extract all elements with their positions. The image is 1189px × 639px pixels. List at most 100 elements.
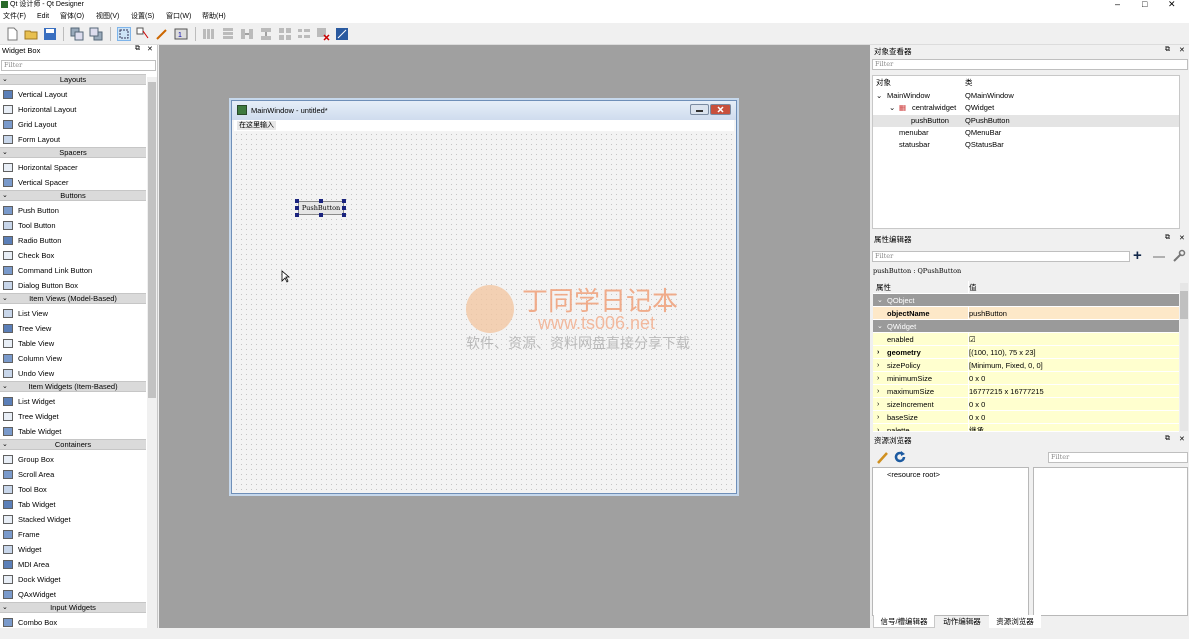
menu-form[interactable]: 窗体(O) [60, 12, 84, 21]
menu-window[interactable]: 窗口(W) [166, 12, 191, 21]
resource-filter-input[interactable]: Filter [1048, 452, 1188, 463]
edit-buddies-icon[interactable] [155, 27, 169, 41]
widget-item[interactable]: Group Box [0, 452, 146, 467]
property-filter-input[interactable]: Filter [872, 251, 1130, 262]
open-folder-icon[interactable] [24, 27, 38, 41]
widget-category[interactable]: ⌄ Item Views (Model-Based) [0, 293, 146, 304]
menu-view[interactable]: 视图(V) [96, 12, 119, 21]
widget-item[interactable]: Vertical Layout [0, 87, 146, 102]
tree-row[interactable]: menubar QMenuBar [873, 127, 1179, 139]
layout-grid-icon[interactable] [278, 27, 292, 41]
widget-item[interactable]: Tree View [0, 321, 146, 336]
widget-item[interactable]: Dock Widget [0, 572, 146, 587]
widget-item[interactable]: Form Layout [0, 132, 146, 147]
layout-form-icon[interactable] [297, 27, 311, 41]
menu-help[interactable]: 帮助(H) [202, 12, 226, 21]
widget-item[interactable]: Horizontal Layout [0, 102, 146, 117]
widget-category[interactable]: ⌄ Containers [0, 439, 146, 450]
widget-category[interactable]: ⌄ Buttons [0, 190, 146, 201]
menu-edit[interactable]: Edit [37, 12, 49, 21]
selection-handle[interactable] [319, 199, 323, 203]
selection-handle[interactable] [342, 199, 346, 203]
tree-row-selected[interactable]: pushButton QPushButton [873, 115, 1179, 127]
widget-item[interactable]: Table Widget [0, 424, 146, 439]
widget-item[interactable]: Vertical Spacer [0, 175, 146, 190]
layout-horizontal-icon[interactable] [202, 27, 216, 41]
edit-tab-order-icon[interactable]: 1 [174, 27, 188, 41]
property-row[interactable]: › sizeIncrement 0 x 0 [873, 398, 1179, 411]
tab-action-editor[interactable]: 动作编辑器 [936, 615, 988, 628]
reload-icon[interactable] [893, 450, 907, 466]
widget-item[interactable]: Tool Button [0, 218, 146, 233]
selection-handle[interactable] [342, 213, 346, 217]
widget-item[interactable]: Undo View [0, 366, 146, 381]
property-row[interactable]: objectName pushButton [873, 307, 1179, 320]
close-dock-icon[interactable]: ✕ [1179, 46, 1185, 54]
widget-item[interactable]: Column View [0, 351, 146, 366]
type-here-menu[interactable]: 在这里输入 [237, 121, 276, 130]
minimize-button[interactable]: – [1115, 0, 1120, 9]
form-close-button[interactable] [710, 104, 731, 115]
tab-signal-slot-editor[interactable]: 信号/槽编辑器 [873, 615, 935, 628]
widget-item[interactable]: Table View [0, 336, 146, 351]
widget-category[interactable]: ⌄ Spacers [0, 147, 146, 158]
layout-vertical-icon[interactable] [221, 27, 235, 41]
widget-category[interactable]: ⌄ Layouts [0, 74, 146, 85]
property-row[interactable]: › palette 继承 [873, 424, 1179, 432]
property-row[interactable]: › maximumSize 16777215 x 16777215 [873, 385, 1179, 398]
widget-item[interactable]: Scroll Area [0, 467, 146, 482]
tree-row[interactable]: statusbar QStatusBar [873, 139, 1179, 151]
widget-item[interactable]: Stacked Widget [0, 512, 146, 527]
layout-splitter-h-icon[interactable] [240, 27, 254, 41]
menu-settings[interactable]: 设置(S) [131, 12, 154, 21]
wrench-icon[interactable] [1172, 249, 1186, 265]
float-dock-icon[interactable]: ⧉ [1165, 234, 1170, 242]
menu-file[interactable]: 文件(F) [3, 12, 26, 21]
widget-item[interactable]: Grid Layout [0, 117, 146, 132]
property-group-qwidget[interactable]: ⌄ QWidget [873, 320, 1179, 333]
edit-widgets-icon[interactable] [117, 27, 131, 41]
add-property-icon[interactable]: + [1133, 248, 1142, 263]
object-inspector-filter-input[interactable]: Filter [872, 59, 1188, 70]
widget-item[interactable]: List View [0, 306, 146, 321]
edit-signals-slots-icon[interactable] [136, 27, 150, 41]
selection-handle[interactable] [295, 213, 299, 217]
widget-item[interactable]: Check Box [0, 248, 146, 263]
widget-item[interactable]: Tab Widget [0, 497, 146, 512]
widget-item[interactable]: List Widget [0, 394, 146, 409]
maximize-button[interactable]: □ [1142, 0, 1147, 9]
widget-category[interactable]: ⌄ Input Widgets [0, 602, 146, 613]
resource-root[interactable]: <resource root> [887, 470, 940, 479]
property-row[interactable]: enabled ☑ [873, 333, 1179, 346]
widget-item[interactable]: Frame [0, 527, 146, 542]
break-layout-icon[interactable] [316, 27, 330, 41]
tree-row[interactable]: ⌄ ▦ centralwidget QWidget [873, 102, 1179, 114]
bring-to-front-icon[interactable] [89, 27, 103, 41]
widget-category[interactable]: ⌄ Item Widgets (Item-Based) [0, 381, 146, 392]
close-dock-icon[interactable]: ✕ [1179, 234, 1185, 242]
close-dock-icon[interactable]: ✕ [147, 45, 153, 53]
widget-item[interactable]: Command Link Button [0, 263, 146, 278]
adjust-size-icon[interactable] [335, 27, 349, 41]
widget-item[interactable]: MDI Area [0, 557, 146, 572]
widget-box-scroll-thumb[interactable] [148, 82, 156, 398]
widget-box-filter-input[interactable]: Filter [1, 60, 156, 71]
property-group-qobject[interactable]: ⌄ QObject [873, 294, 1179, 307]
property-row[interactable]: › minimumSize 0 x 0 [873, 372, 1179, 385]
tree-row[interactable]: ⌄ MainWindow QMainWindow [873, 90, 1179, 102]
float-dock-icon[interactable]: ⧉ [135, 45, 140, 53]
widget-item[interactable]: Push Button [0, 203, 146, 218]
close-dock-icon[interactable]: ✕ [1179, 435, 1185, 443]
widget-item[interactable]: Dialog Button Box [0, 278, 146, 293]
selection-handle[interactable] [319, 213, 323, 217]
widget-item[interactable]: Widget [0, 542, 146, 557]
edit-resources-icon[interactable] [876, 450, 890, 466]
property-scrollbar[interactable] [1180, 283, 1188, 431]
float-dock-icon[interactable]: ⧉ [1165, 435, 1170, 443]
save-icon[interactable] [43, 27, 57, 41]
layout-splitter-v-icon[interactable] [259, 27, 273, 41]
widget-item[interactable]: Tool Box [0, 482, 146, 497]
float-dock-icon[interactable]: ⧉ [1165, 46, 1170, 54]
widget-item[interactable]: Horizontal Spacer [0, 160, 146, 175]
widget-item[interactable]: Tree Widget [0, 409, 146, 424]
